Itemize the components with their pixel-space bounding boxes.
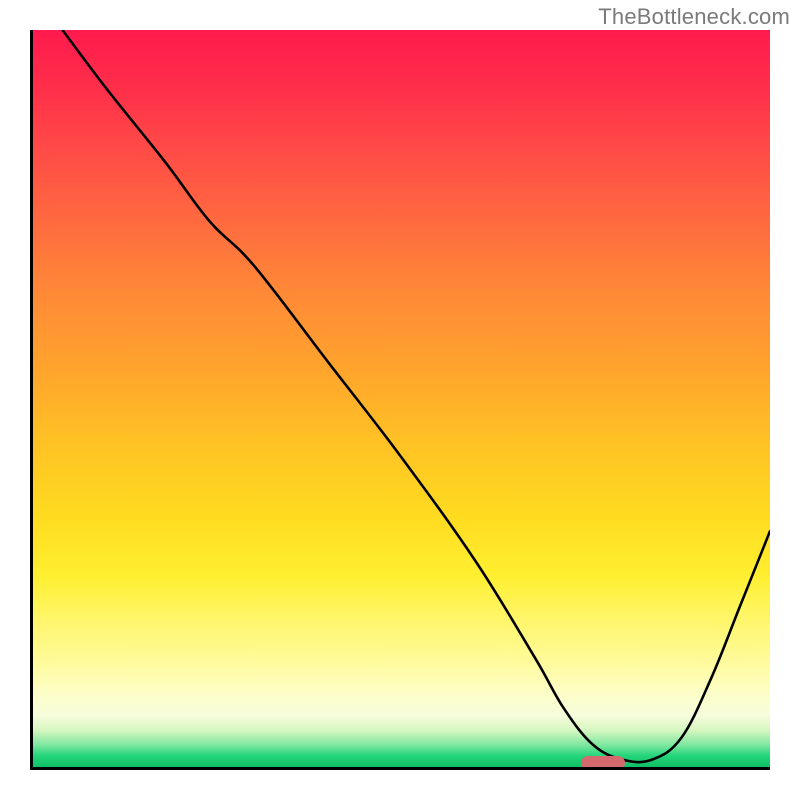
bottleneck-curve-path [62,30,770,762]
plot-area [30,30,770,770]
chart-container: TheBottleneck.com [0,0,800,800]
curve-svg [33,30,770,767]
optimal-marker [581,756,625,770]
watermark-text: TheBottleneck.com [598,4,790,30]
